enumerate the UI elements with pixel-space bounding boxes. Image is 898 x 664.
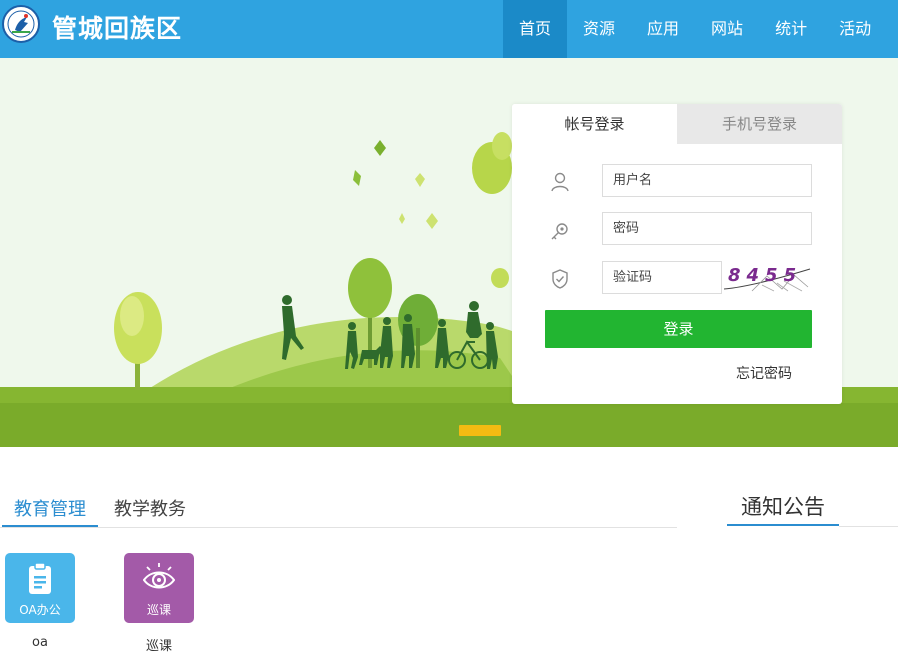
notice-heading: 通知公告 xyxy=(727,491,839,526)
nav-apps[interactable]: 应用 xyxy=(631,0,695,58)
category-tabs: 教育管理 教学教务 xyxy=(0,487,677,528)
user-icon xyxy=(551,172,569,192)
carousel-indicator[interactable] xyxy=(459,425,501,436)
login-tabs: 帐号登录 手机号登录 xyxy=(512,104,842,144)
tab-education-management[interactable]: 教育管理 xyxy=(2,495,98,527)
app-name: oa xyxy=(32,635,48,650)
nav-statistics[interactable]: 统计 xyxy=(759,0,823,58)
app-patrol[interactable]: 巡课 巡课 xyxy=(124,553,194,654)
site-title: 管城回族区 xyxy=(52,14,183,43)
eye-icon xyxy=(143,563,175,589)
captcha-image[interactable]: 8455 xyxy=(722,261,812,294)
app-tile-oa[interactable]: OA办公 xyxy=(5,553,75,623)
password-input[interactable] xyxy=(602,212,812,245)
app-tile-patrol[interactable]: 巡课 xyxy=(124,553,194,623)
nav-activities[interactable]: 活动 xyxy=(823,0,887,58)
tab-teaching-affairs[interactable]: 教学教务 xyxy=(114,495,186,527)
app-tile-label: 巡课 xyxy=(146,603,171,617)
key-icon xyxy=(551,223,568,240)
nav-websites[interactable]: 网站 xyxy=(695,0,759,58)
tab-account-login[interactable]: 帐号登录 xyxy=(512,104,677,144)
main-nav: 首页 资源 应用 网站 统计 活动 管 xyxy=(503,0,898,58)
nav-home[interactable]: 首页 xyxy=(503,0,568,58)
app-name: 巡课 xyxy=(145,639,172,654)
clipboard-icon xyxy=(29,562,51,594)
nav-resources[interactable]: 资源 xyxy=(567,0,631,58)
divider xyxy=(839,526,898,527)
login-button[interactable]: 登录 xyxy=(545,310,812,348)
captcha-input[interactable] xyxy=(602,261,722,294)
login-panel: 帐号登录 手机号登录 8455 登录 忘记密码 xyxy=(512,104,842,404)
username-input[interactable] xyxy=(602,164,812,197)
nav-management[interactable]: 管 xyxy=(887,0,898,58)
top-header: 管城回族区 首页 资源 应用 网站 统计 活动 管 xyxy=(0,0,898,58)
forgot-password-link[interactable]: 忘记密码 xyxy=(736,363,792,383)
captcha-text: 8455 xyxy=(728,265,802,286)
tab-phone-login[interactable]: 手机号登录 xyxy=(677,104,842,144)
school-logo xyxy=(2,5,40,43)
app-tile-label: OA办公 xyxy=(19,603,61,617)
shield-check-icon xyxy=(552,269,568,289)
app-oa[interactable]: OA办公 oa xyxy=(5,553,75,650)
